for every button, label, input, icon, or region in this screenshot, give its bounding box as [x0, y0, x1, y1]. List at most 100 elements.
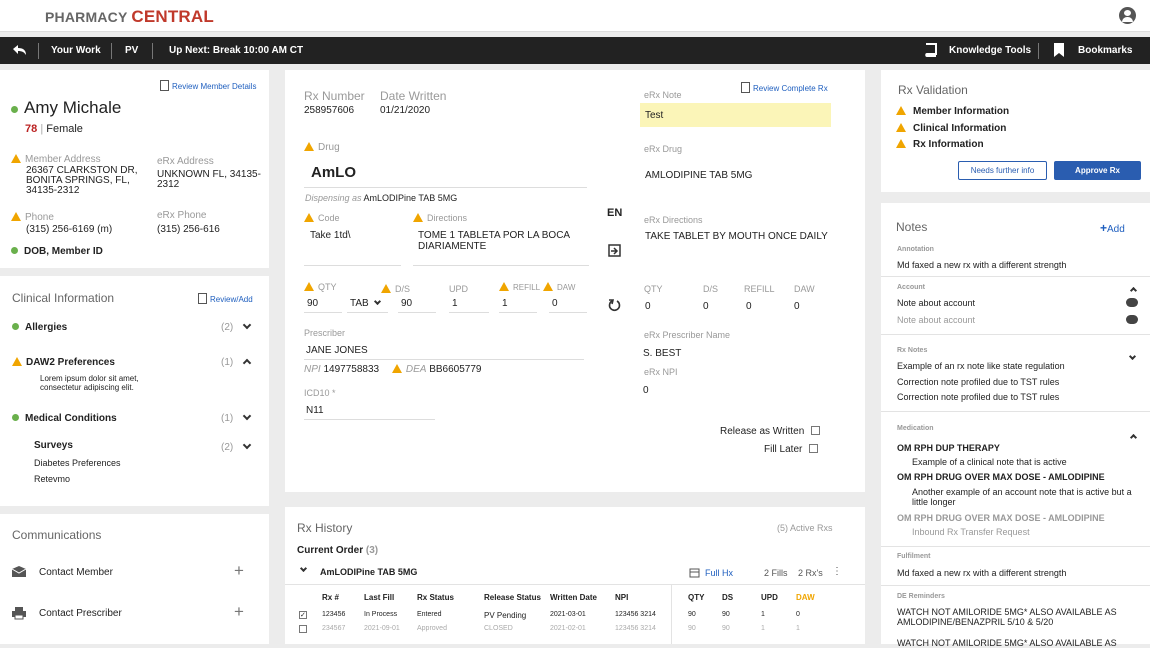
member-address-label: Member Address: [11, 154, 101, 165]
approve-rx-button[interactable]: Approve Rx: [1054, 161, 1141, 180]
chevron-down-icon[interactable]: [242, 411, 252, 421]
erx-drug: AMLODIPINE TAB 5MG: [645, 170, 753, 181]
table-cell: 1: [796, 625, 800, 632]
toggle-switch[interactable]: [1126, 315, 1138, 324]
medical-conditions-item[interactable]: Medical Conditions: [12, 413, 117, 424]
table-row[interactable]: ✓ 123456 In Process Entered PV Pending 2021-0…: [285, 611, 865, 624]
current-order-count: (3): [365, 545, 379, 556]
nav-pv[interactable]: PV: [125, 45, 138, 56]
chevron-down-icon[interactable]: [242, 320, 252, 330]
chevron-down-icon: [373, 297, 381, 306]
app-logo: PHARMACY CENTRAL: [45, 7, 214, 27]
rx-history-card: Rx History (5) Active Rxs Current Order …: [285, 507, 865, 644]
chevron-up-icon[interactable]: [242, 358, 252, 368]
release-label: Release as Written: [720, 426, 805, 437]
history-column-header: UPD: [761, 593, 778, 602]
review-complete-link[interactable]: Review Complete Rx: [741, 82, 828, 93]
directions-input[interactable]: TOME 1 TABLETA POR LA BOCA DIARIAMENTE: [413, 228, 589, 266]
code-input[interactable]: Take 1td\: [304, 228, 401, 266]
medication-note-text: Another example of an account note that …: [912, 487, 1132, 507]
erx-ds-label: D/S: [703, 284, 719, 294]
more-vertical-icon[interactable]: ⋮: [832, 566, 842, 577]
ds-input[interactable]: 90: [398, 296, 436, 313]
validation-label: Member Information: [913, 106, 1010, 117]
drug-input[interactable]: AmLO: [304, 160, 587, 188]
qty-label-text: QTY: [318, 282, 337, 292]
validation-card: Rx Validation Member Information Clinica…: [881, 70, 1150, 192]
contact-prescriber-label[interactable]: Contact Prescriber: [39, 608, 122, 619]
de-reminder: WATCH NOT AMILORIDE 5MG* ALSO AVAILABLE …: [897, 638, 1117, 648]
full-hx-link[interactable]: Full Hx: [705, 568, 733, 578]
nav-your-work[interactable]: Your Work: [51, 45, 101, 56]
upd-input[interactable]: 1: [449, 296, 489, 313]
prescriber-input[interactable]: JANE JONES: [304, 344, 584, 360]
reset-icon[interactable]: [608, 299, 621, 312]
warning-icon: [391, 364, 402, 373]
chevron-down-icon[interactable]: [299, 564, 308, 573]
daw-input[interactable]: 0: [549, 296, 587, 313]
upd-label: UPD: [449, 284, 469, 294]
contact-member-label[interactable]: Contact Member: [39, 567, 113, 578]
account-heading: Account: [897, 284, 925, 291]
dispensing-as: Dispensing as AmLODIPine TAB 5MG: [305, 193, 457, 203]
refill-label-text: REFILL: [513, 283, 541, 292]
icd10-input[interactable]: N11: [304, 404, 435, 420]
erx-daw-label: DAW: [794, 284, 815, 294]
clinical-title: Clinical Information: [12, 291, 115, 305]
survey-item: Retevmo: [34, 474, 71, 484]
row-checkbox[interactable]: [299, 625, 307, 633]
needs-further-info-button[interactable]: Needs further info: [958, 161, 1047, 180]
chevron-down-icon[interactable]: [1128, 352, 1137, 361]
copy-directions-icon[interactable]: [608, 244, 621, 257]
surveys-count: (2): [221, 442, 234, 453]
unit-select[interactable]: TAB: [347, 296, 388, 313]
refill-input[interactable]: 1: [499, 296, 537, 313]
erx-ds: 0: [703, 301, 709, 312]
plus-icon[interactable]: +: [234, 561, 244, 581]
table-cell: 90: [688, 625, 696, 632]
language-toggle[interactable]: EN: [607, 207, 622, 219]
erx-npi-label: eRx NPI: [644, 367, 678, 377]
de-reminder: WATCH NOT AMILORIDE 5MG* ALSO AVAILABLE …: [897, 607, 1117, 627]
erx-address-label: eRx Address: [157, 156, 214, 167]
chevron-up-icon[interactable]: [1129, 286, 1138, 295]
medication-note-title: OM RPH DRUG OVER MAX DOSE - AMLODIPINE: [897, 472, 1105, 482]
add-note-button[interactable]: +Add: [1100, 221, 1125, 235]
chevron-down-icon[interactable]: [242, 440, 252, 450]
fulfilment-note: Md faxed a new rx with a different stren…: [897, 568, 1067, 578]
code-label-text: Code: [318, 213, 340, 223]
table-cell: CLOSED: [484, 625, 513, 632]
allergies-item[interactable]: Allergies: [12, 322, 67, 333]
qty-input[interactable]: 90: [304, 296, 342, 313]
warning-icon: [896, 123, 906, 132]
nav-knowledge-tools[interactable]: Knowledge Tools: [949, 45, 1031, 56]
medication-note-title: OM RPH DUP THERAPY: [897, 443, 1000, 453]
toggle-switch[interactable]: [1126, 298, 1138, 307]
release-checkbox[interactable]: [811, 426, 821, 435]
unit-value: TAB: [350, 298, 369, 309]
current-order-label: Current Order: [297, 545, 364, 556]
row-checkbox[interactable]: ✓: [299, 611, 307, 619]
warning-icon: [304, 282, 314, 291]
history-column-header: NPI: [615, 593, 629, 602]
daw2-item[interactable]: DAW2 Preferences: [12, 357, 115, 368]
surveys-item[interactable]: Surveys: [34, 440, 73, 451]
calendar-icon: [689, 568, 700, 578]
table-cell: Approved: [417, 625, 447, 632]
daw-label: DAW: [543, 282, 575, 292]
rx-card: Rx Number 258957606 Date Written 01/21/2…: [285, 70, 865, 492]
erx-prescriber: S. BEST: [643, 348, 682, 359]
npi-label: NPI: [304, 364, 321, 375]
user-account-icon[interactable]: [1119, 7, 1136, 24]
review-member-link[interactable]: Review Member Details: [160, 80, 256, 91]
table-row[interactable]: 234567 2021-09-01 Approved CLOSED 2021-02-01…: [285, 625, 865, 638]
chevron-up-icon[interactable]: [1129, 433, 1138, 442]
fill-later-checkbox[interactable]: [809, 444, 819, 453]
plus-icon[interactable]: +: [234, 602, 244, 622]
back-arrow-icon[interactable]: [12, 44, 27, 56]
annotation-note: Md faxed a new rx with a different stren…: [897, 260, 1067, 270]
dea-label: DEA: [405, 364, 427, 375]
document-icon: [160, 80, 169, 91]
nav-bookmarks[interactable]: Bookmarks: [1078, 45, 1132, 56]
review-add-link[interactable]: Review/Add: [198, 293, 253, 304]
